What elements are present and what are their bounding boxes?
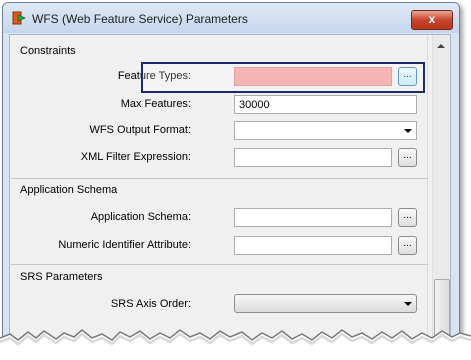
- numeric-id-label: Numeric Identifier Attribute:: [58, 239, 191, 251]
- srs-axis-order-dropdown[interactable]: [234, 294, 417, 313]
- close-button[interactable]: x: [411, 10, 453, 30]
- window-title: WFS (Web Feature Service) Parameters: [32, 12, 248, 26]
- torn-edge: [0, 329, 471, 360]
- numeric-id-browse-button[interactable]: ...: [398, 236, 417, 255]
- numeric-id-field[interactable]: [234, 236, 392, 255]
- application-schema-field[interactable]: [234, 208, 392, 227]
- application-schema-label: Application Schema:: [90, 211, 191, 223]
- max-features-label: Max Features:: [120, 98, 191, 110]
- chevron-down-icon[interactable]: [404, 302, 412, 306]
- xml-filter-label: XML Filter Expression:: [80, 151, 191, 163]
- application-schema-title: Application Schema: [20, 184, 118, 196]
- srs-axis-order-label: SRS Axis Order:: [110, 298, 191, 310]
- app-icon: [12, 11, 26, 25]
- application-schema-section: Application Schema Application Schema: .…: [11, 179, 428, 265]
- xml-filter-browse-button[interactable]: ...: [398, 148, 417, 167]
- output-format-label: WFS Output Format:: [89, 124, 191, 136]
- constraints-title: Constraints: [20, 45, 76, 57]
- constraints-section: Constraints Feature Types: ... Max Featu…: [11, 35, 428, 179]
- xml-filter-field[interactable]: [234, 148, 392, 167]
- title-bar[interactable]: WFS (Web Feature Service) Parameters x: [3, 3, 459, 33]
- vertical-scrollbar[interactable]: [432, 35, 450, 348]
- srs-title: SRS Parameters: [20, 271, 103, 283]
- scroll-up-icon[interactable]: [437, 44, 445, 48]
- application-schema-browse-button[interactable]: ...: [398, 208, 417, 227]
- dialog-window: WFS (Web Feature Service) Parameters x C…: [2, 2, 460, 349]
- chevron-down-icon[interactable]: [404, 129, 412, 133]
- max-features-field[interactable]: 30000: [234, 95, 417, 114]
- output-format-dropdown[interactable]: [234, 121, 417, 140]
- feature-types-highlight: [141, 62, 425, 93]
- dialog-body: Constraints Feature Types: ... Max Featu…: [9, 34, 451, 348]
